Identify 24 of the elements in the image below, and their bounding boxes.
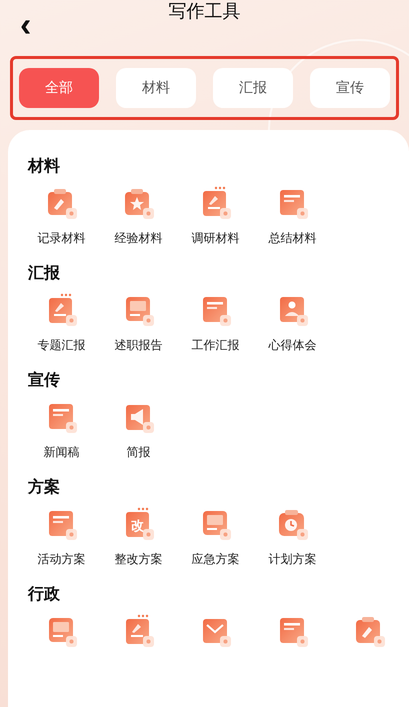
tool-label[interactable]: 应急方案 xyxy=(192,551,240,568)
tool-label[interactable]: 总结材料 xyxy=(268,230,316,247)
section-title: 行政 xyxy=(28,584,60,605)
tool-label[interactable]: 计划方案 xyxy=(268,551,316,568)
category-tab[interactable]: 宣传 xyxy=(310,68,390,108)
tool-label[interactable]: 述职报告 xyxy=(114,337,162,354)
tool-label[interactable]: 心得体会 xyxy=(268,337,316,354)
section-title: 宣传 xyxy=(28,370,60,391)
category-tab[interactable]: 材料 xyxy=(116,68,196,108)
tool-label[interactable]: 新闻稿 xyxy=(44,444,80,461)
section-title: 汇报 xyxy=(28,263,60,284)
section-title: 方案 xyxy=(28,477,60,498)
category-tab[interactable]: 汇报 xyxy=(213,68,293,108)
tool-label[interactable]: 工作汇报 xyxy=(192,337,240,354)
tool-label[interactable]: 记录材料 xyxy=(38,230,86,247)
tool-label[interactable]: 调研材料 xyxy=(192,230,240,247)
tool-label[interactable]: 经验材料 xyxy=(114,230,162,247)
tool-label[interactable]: 整改方案 xyxy=(114,551,162,568)
section-title: 材料 xyxy=(28,156,60,177)
page-title: 写作工具 xyxy=(168,0,240,23)
tool-label[interactable]: 简报 xyxy=(126,444,150,461)
tool-label[interactable]: 活动方案 xyxy=(38,551,86,568)
back-button[interactable]: ‹ xyxy=(14,8,38,42)
tool-label[interactable]: 专题汇报 xyxy=(38,337,86,354)
